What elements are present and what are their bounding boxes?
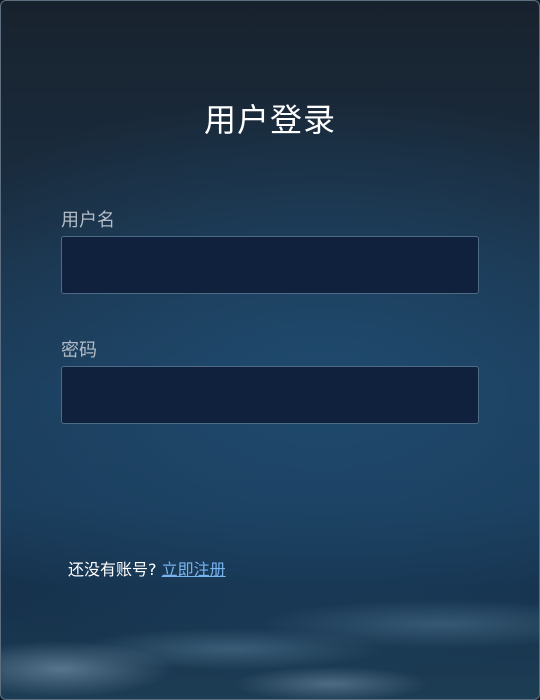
login-card: 用户登录 用户名 密码 还没有账号? 立即注册 (0, 0, 540, 700)
username-label: 用户名 (61, 210, 115, 231)
password-input[interactable] (61, 366, 479, 424)
page-title: 用户登录 (203, 101, 336, 139)
signup-prompt: 还没有账号? (68, 560, 157, 579)
register-link[interactable]: 立即注册 (162, 560, 226, 579)
background-image (1, 579, 539, 699)
signup-row: 还没有账号? 立即注册 (68, 556, 226, 580)
username-input[interactable] (61, 236, 479, 294)
password-label: 密码 (61, 340, 97, 361)
